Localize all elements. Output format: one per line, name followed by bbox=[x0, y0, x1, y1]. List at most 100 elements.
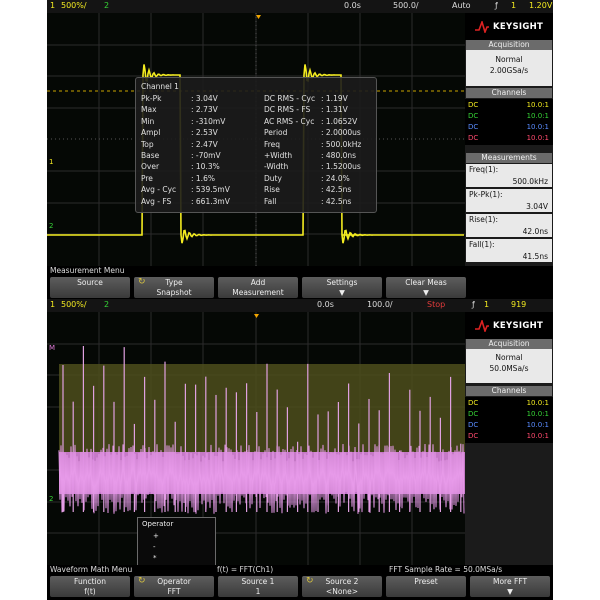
channel-probe-ratio: 10.0:1 bbox=[526, 123, 549, 131]
softkey-function[interactable]: Function f(t) bbox=[50, 576, 130, 597]
channel-2-ground-marker[interactable]: 2 bbox=[49, 495, 53, 503]
overlay-label: +Width bbox=[264, 151, 293, 160]
softkey-label: Add bbox=[250, 278, 266, 287]
overlay-label: Period bbox=[264, 128, 288, 138]
overlay-label: Over bbox=[141, 162, 160, 172]
softkey-source-1[interactable]: Source 11 bbox=[218, 576, 298, 597]
math-ground-marker[interactable]: M bbox=[49, 344, 55, 352]
time-scale[interactable]: 100.0/ bbox=[367, 300, 393, 309]
overlay-label: DC RMS - FS bbox=[264, 105, 311, 115]
acquisition-box[interactable]: Normal 50.0MSa/s bbox=[466, 349, 552, 383]
channels-list[interactable]: DC 10.0:1 DC 10.0:1 DC 10.0:1 DC 10.0:1 bbox=[465, 397, 553, 443]
trigger-level[interactable]: 919 bbox=[511, 300, 526, 309]
softkey-bar: Source ↻ Type Snapshot Add Measurement Setting… bbox=[47, 276, 553, 299]
operator-option[interactable]: - bbox=[139, 543, 212, 553]
overlay-label: AC RMS - Cyc bbox=[264, 116, 315, 126]
measurement-label: Pk-Pk(1): bbox=[469, 190, 503, 199]
status-bar: 1 500%/ 2 0.0s 500.0/ Auto ƒ 1 1.20V bbox=[47, 0, 553, 13]
channel-row[interactable]: DC 10.0:1 bbox=[466, 123, 552, 133]
overlay-title: Channel 1 bbox=[141, 82, 179, 91]
softkey-settings[interactable]: Settings ▼ bbox=[302, 277, 382, 298]
softkey-type[interactable]: ↻ Type Snapshot bbox=[134, 277, 214, 298]
channel-probe-ratio: 10.0:1 bbox=[526, 112, 549, 120]
time-position[interactable]: 0.0s bbox=[344, 1, 361, 10]
trigger-channel[interactable]: 1 bbox=[511, 1, 516, 10]
softkey-preset[interactable]: Preset bbox=[386, 576, 466, 597]
channel-row[interactable]: DC 10.0:1 bbox=[466, 421, 552, 431]
time-position[interactable]: 0.0s bbox=[317, 300, 334, 309]
channel-coupling: DC bbox=[468, 123, 479, 131]
channel-row[interactable]: DC 10.0:1 bbox=[466, 134, 552, 144]
measurement-item[interactable]: Fall(1): 41.5ns bbox=[466, 239, 552, 262]
channel-coupling: DC bbox=[468, 410, 479, 418]
measurement-item[interactable]: Pk-Pk(1): 3.04V bbox=[466, 189, 552, 212]
channel-probe-ratio: 10.0:1 bbox=[526, 410, 549, 418]
channel-coupling: DC bbox=[468, 421, 479, 429]
overlay-value: : 500.0kHz bbox=[321, 139, 362, 149]
channel-1-scale[interactable]: 500%/ bbox=[61, 1, 87, 10]
overlay-label: Freq bbox=[264, 139, 281, 149]
channel-row[interactable]: DC 10.0:1 bbox=[466, 399, 552, 409]
measurement-value: 3.04V bbox=[526, 202, 548, 211]
channel-probe-ratio: 10.0:1 bbox=[526, 399, 549, 407]
softkey-add[interactable]: Add Measurement bbox=[218, 277, 298, 298]
status-bar: 1 500%/ 2 0.0s 100.0/ Stop ƒ 1 919 bbox=[47, 299, 553, 312]
channel-coupling: DC bbox=[468, 432, 479, 440]
operator-option[interactable]: + bbox=[139, 532, 212, 542]
softkey-value: 1 bbox=[255, 587, 261, 596]
overlay-value: : 1.0652V bbox=[321, 116, 358, 126]
sample-rate: 50.0MSa/s bbox=[489, 364, 529, 373]
softkey-value: ▼ bbox=[507, 587, 513, 596]
overlay-value: : 42.5ns bbox=[321, 185, 352, 195]
menu-title-bar: Waveform Math Menu f(t) = FFT(Ch1) FFT S… bbox=[47, 565, 553, 575]
channel-row[interactable]: DC 10.0:1 bbox=[466, 112, 552, 122]
waveform-display[interactable]: 1 2 Channel 1 Pk-Pk: 3.04V Max: 2.73V Min:… bbox=[47, 13, 465, 266]
acquisition-box[interactable]: Normal 2.00GSa/s bbox=[466, 50, 552, 86]
overlay-label: Pre bbox=[141, 173, 153, 183]
channel-2-number[interactable]: 2 bbox=[104, 300, 109, 309]
softkey-label: Source 2 bbox=[325, 577, 359, 586]
channel-1-number[interactable]: 1 bbox=[50, 300, 55, 309]
operator-option-label: - bbox=[153, 543, 156, 551]
softkey-source[interactable]: Source bbox=[50, 277, 130, 298]
trigger-level[interactable]: 1.20V bbox=[529, 1, 552, 10]
channel-1-ground-marker[interactable]: 1 bbox=[49, 158, 53, 166]
measurement-item[interactable]: Rise(1): 42.0ns bbox=[466, 214, 552, 237]
fft-display[interactable]: M 2 Operator +-*✓FFT bbox=[47, 312, 465, 581]
overlay-label: Ampl bbox=[141, 128, 161, 138]
channel-2-ground-marker[interactable]: 2 bbox=[49, 222, 53, 230]
trigger-position-marker bbox=[256, 15, 261, 19]
channel-1-scale[interactable]: 500%/ bbox=[61, 300, 87, 309]
channel-row[interactable]: DC 10.0:1 bbox=[466, 101, 552, 111]
brand-name: KEYSIGHT bbox=[493, 22, 544, 32]
softkey-more-fft[interactable]: More FFT ▼ bbox=[470, 576, 550, 597]
softkey-label: Operator bbox=[157, 577, 191, 586]
time-scale[interactable]: 500.0/ bbox=[393, 1, 419, 10]
operator-option-label: + bbox=[153, 532, 159, 540]
overlay-label: Avg - Cyc bbox=[141, 185, 177, 195]
channel-coupling: DC bbox=[468, 101, 479, 109]
trigger-channel[interactable]: 1 bbox=[484, 300, 489, 309]
channels-list[interactable]: DC 10.0:1 DC 10.0:1 DC 10.0:1 DC 10.0:1 bbox=[465, 99, 553, 145]
channel-probe-ratio: 10.0:1 bbox=[526, 432, 549, 440]
trigger-mode[interactable]: Stop bbox=[427, 300, 445, 309]
channel-row[interactable]: DC 10.0:1 bbox=[466, 410, 552, 420]
measurement-value: 42.0ns bbox=[522, 227, 548, 236]
softkey-operator[interactable]: ↻ Operator FFT bbox=[134, 576, 214, 597]
overlay-value: : 2.73V bbox=[191, 105, 218, 115]
operator-option[interactable]: * bbox=[139, 554, 212, 564]
overlay-value: : 24.0% bbox=[321, 173, 350, 183]
softkey-label: Source bbox=[77, 278, 103, 287]
measurement-item[interactable]: Freq(1): 500.0kHz bbox=[466, 164, 552, 187]
channel-row[interactable]: DC 10.0:1 bbox=[466, 432, 552, 442]
softkey-source-2[interactable]: ↻ Source 2 <None> bbox=[302, 576, 382, 597]
acquisition-header: Acquisition bbox=[466, 40, 552, 50]
softkey-clear-meas[interactable]: Clear Meas ▼ bbox=[386, 277, 466, 298]
overlay-label: DC RMS - Cyc bbox=[264, 94, 316, 103]
keysight-logo-icon bbox=[475, 320, 489, 332]
channels-header: Channels bbox=[466, 88, 552, 98]
channel-1-number[interactable]: 1 bbox=[50, 1, 55, 10]
channel-2-number[interactable]: 2 bbox=[104, 1, 109, 10]
trigger-mode[interactable]: Auto bbox=[452, 1, 471, 10]
overlay-label: Duty bbox=[264, 173, 282, 183]
